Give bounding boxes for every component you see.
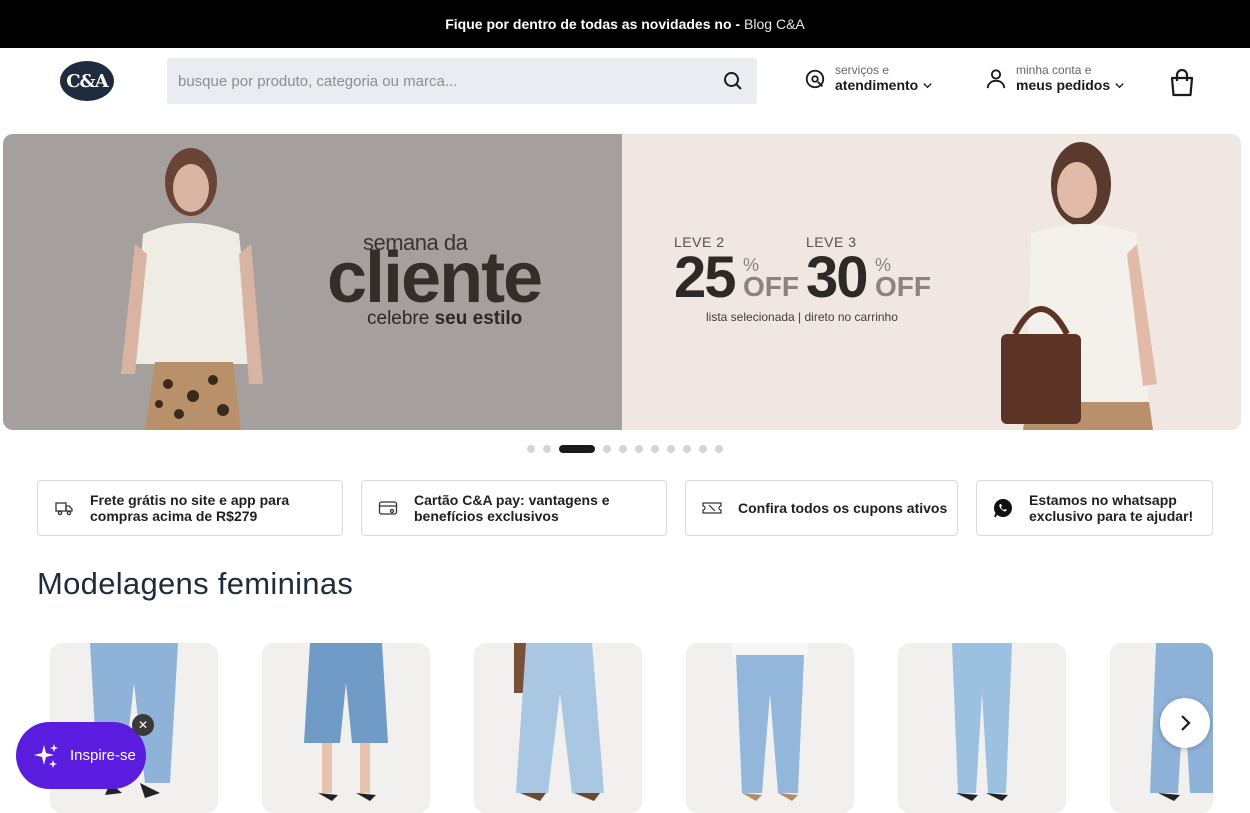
- chevron-right-icon: [1181, 715, 1191, 731]
- carousel-pagination: [0, 444, 1250, 454]
- banner-right-panel: LEVE 2 25 % OFF LEVE 3 30 % OFF lista sele…: [622, 134, 1241, 430]
- carousel-dot[interactable]: [527, 445, 535, 453]
- announcement-bar: Fique por dentro de todas as novidades n…: [0, 0, 1250, 48]
- chevron-down-icon: [923, 83, 932, 89]
- whatsapp-card[interactable]: Estamos no whatsapp exclusivo para te aj…: [976, 480, 1213, 536]
- offer-leve-2: LEVE 2 25 % OFF: [674, 234, 799, 310]
- product-image: [686, 643, 854, 813]
- support-icon: [805, 69, 825, 89]
- card-pay-text: Cartão C&A pay: vantagens e benefícios e…: [414, 492, 610, 524]
- brand-logo[interactable]: C&A: [60, 61, 114, 101]
- banner-cliente-text: cliente: [327, 238, 543, 318]
- coupon-icon: [702, 502, 722, 514]
- free-shipping-card[interactable]: Frete grátis no site e app para compras …: [37, 480, 343, 536]
- search-bar: [167, 58, 757, 104]
- coupons-text: Confira todos os cupons ativos: [738, 500, 948, 516]
- carousel-dot[interactable]: [635, 445, 643, 453]
- account-label: meus pedidos: [1016, 77, 1111, 93]
- account-small-label: minha conta e: [1016, 63, 1092, 77]
- site-header: C&A serviços e atendimento minha conta e…: [0, 48, 1250, 134]
- offer-leve-3: LEVE 3 30 % OFF: [806, 234, 931, 310]
- credit-card-icon: [378, 501, 398, 515]
- carousel-dot[interactable]: [619, 445, 627, 453]
- banner-tagline: celebre seu estilo: [367, 308, 523, 329]
- product-image: [474, 643, 642, 813]
- carousel-dot[interactable]: [667, 445, 675, 453]
- search-icon[interactable]: [721, 69, 745, 93]
- section-title: Modelagens femininas: [37, 566, 354, 601]
- product-image: [262, 643, 430, 813]
- carousel-dot[interactable]: [699, 445, 707, 453]
- carousel-dot[interactable]: [603, 445, 611, 453]
- offer-conditions: lista selecionada | direto no carrinho: [706, 310, 898, 324]
- announcement-text: Fique por dentro de todas as novidades n…: [445, 16, 741, 32]
- product-card[interactable]: [262, 643, 430, 813]
- model-image: [1001, 142, 1157, 430]
- services-label: atendimento: [835, 77, 919, 93]
- whatsapp-text: Estamos no whatsapp exclusivo para te aj…: [1029, 492, 1194, 524]
- account-menu[interactable]: minha conta e meus pedidos: [985, 64, 1125, 94]
- services-menu[interactable]: serviços e atendimento: [804, 64, 933, 94]
- product-image: [898, 643, 1066, 813]
- user-icon: [986, 69, 1006, 89]
- whatsapp-icon: [994, 499, 1012, 518]
- search-input[interactable]: [167, 58, 707, 104]
- coupons-card[interactable]: Confira todos os cupons ativos: [685, 480, 958, 536]
- hero-banner[interactable]: semana da cliente celebre seu estilo LEV…: [3, 134, 1241, 430]
- chevron-down-icon: [1115, 83, 1124, 89]
- carousel-dot[interactable]: [715, 445, 723, 453]
- close-icon[interactable]: ✕: [132, 714, 154, 736]
- shopping-bag-icon[interactable]: [1168, 68, 1196, 98]
- product-card[interactable]: [686, 643, 854, 813]
- carousel-next-button[interactable]: [1160, 698, 1210, 748]
- blog-link[interactable]: Blog C&A: [744, 16, 805, 32]
- model-image: [121, 148, 263, 430]
- product-card[interactable]: [898, 643, 1066, 813]
- carousel-dot[interactable]: [683, 445, 691, 453]
- carousel-dot[interactable]: [543, 445, 551, 453]
- truck-icon: [55, 502, 73, 516]
- sparkle-icon: [34, 743, 58, 768]
- product-card[interactable]: [474, 643, 642, 813]
- banner-left-panel: semana da cliente celebre seu estilo: [3, 134, 622, 430]
- free-shipping-text: Frete grátis no site e app para compras …: [90, 492, 290, 524]
- inspire-button[interactable]: Inspire-se: [16, 722, 146, 789]
- services-small-label: serviços e: [835, 63, 890, 77]
- inspire-label: Inspire-se: [70, 747, 136, 764]
- card-pay-card[interactable]: Cartão C&A pay: vantagens e benefícios e…: [361, 480, 667, 536]
- carousel-dot[interactable]: [559, 445, 595, 453]
- carousel-dot[interactable]: [651, 445, 659, 453]
